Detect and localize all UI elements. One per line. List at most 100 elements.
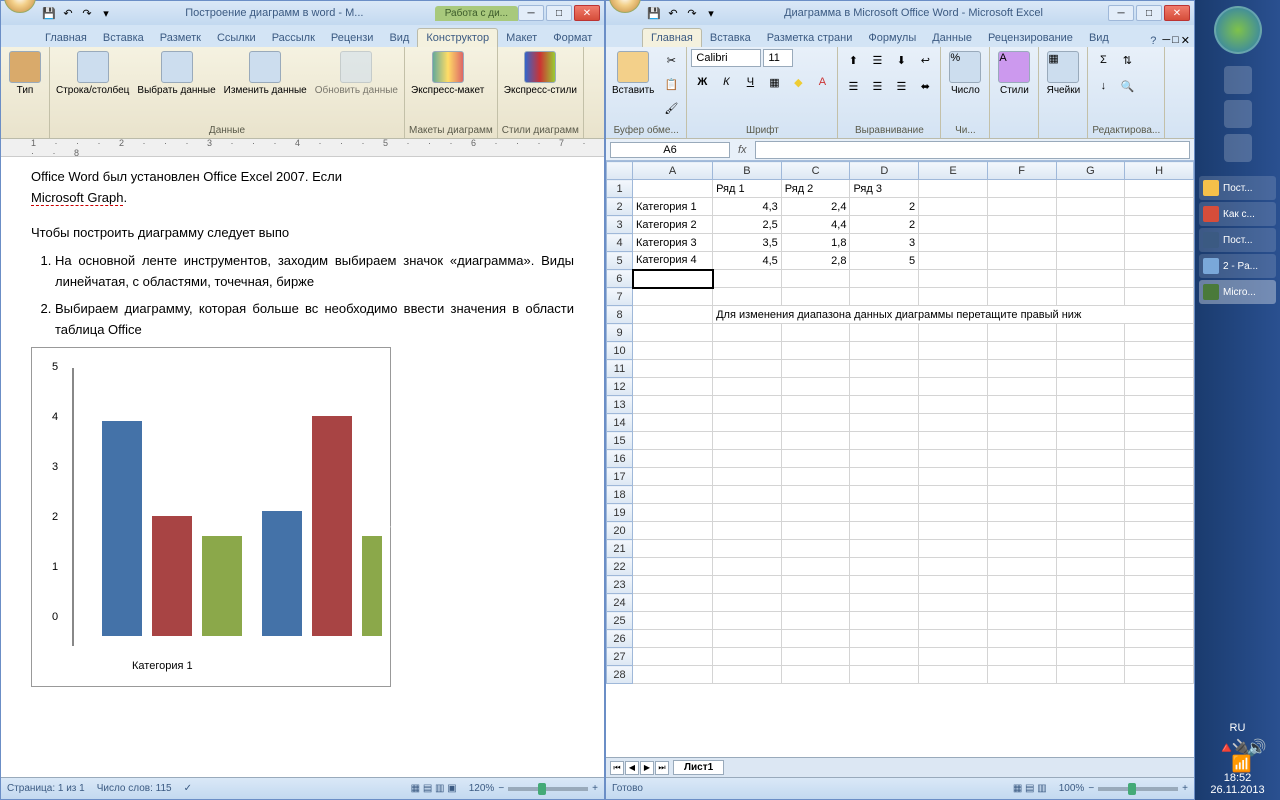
cell[interactable] — [919, 666, 988, 684]
merge-button[interactable]: ⬌ — [914, 75, 936, 97]
cell[interactable] — [919, 342, 988, 360]
cell[interactable] — [1125, 288, 1194, 306]
taskbar-item[interactable]: Пост... — [1199, 176, 1276, 200]
cell[interactable]: Категория 3 — [633, 234, 713, 252]
cell[interactable] — [1056, 288, 1125, 306]
cell[interactable] — [1125, 234, 1194, 252]
cell[interactable] — [781, 612, 850, 630]
close-button[interactable]: ✕ — [574, 5, 600, 21]
cell[interactable] — [781, 450, 850, 468]
start-button[interactable] — [1214, 6, 1262, 54]
cell[interactable]: 2 — [850, 198, 919, 216]
cell[interactable] — [781, 288, 850, 306]
cell[interactable] — [1125, 432, 1194, 450]
tab-view[interactable]: Вид — [1081, 29, 1117, 47]
row-header[interactable]: 8 — [607, 306, 633, 324]
cell[interactable] — [987, 396, 1056, 414]
cell[interactable] — [850, 270, 919, 288]
cell[interactable] — [1125, 216, 1194, 234]
cell[interactable] — [850, 288, 919, 306]
row-header[interactable]: 23 — [607, 576, 633, 594]
row-header[interactable]: 26 — [607, 630, 633, 648]
cell[interactable] — [633, 468, 713, 486]
cell[interactable] — [781, 522, 850, 540]
doc-minimize-button[interactable]: ─ — [1162, 34, 1170, 47]
minimize-button[interactable]: ─ — [518, 5, 544, 21]
cell[interactable] — [1125, 378, 1194, 396]
format-painter-icon[interactable]: 🖌 — [660, 97, 682, 119]
cell[interactable] — [850, 630, 919, 648]
cell[interactable] — [1125, 648, 1194, 666]
cell[interactable] — [987, 360, 1056, 378]
select-data-button[interactable]: Выбрать данные — [135, 49, 217, 98]
cell[interactable] — [850, 576, 919, 594]
cell[interactable] — [850, 468, 919, 486]
spreadsheet-grid[interactable]: A B C D E F G H 1Ряд 1Ряд 2Ряд 32Категор… — [606, 161, 1194, 757]
spellcheck-icon[interactable]: ✓ — [184, 783, 192, 794]
cell[interactable] — [919, 378, 988, 396]
align-right-button[interactable]: ☰ — [890, 75, 912, 97]
cell[interactable] — [1056, 504, 1125, 522]
cell[interactable] — [987, 234, 1056, 252]
cell[interactable] — [713, 648, 782, 666]
row-header[interactable]: 17 — [607, 468, 633, 486]
cell[interactable] — [781, 666, 850, 684]
cell[interactable] — [713, 558, 782, 576]
tab-home[interactable]: Главная — [37, 29, 95, 47]
row-header[interactable]: 24 — [607, 594, 633, 612]
cell[interactable] — [987, 504, 1056, 522]
tab-layout[interactable]: Разметк — [152, 29, 209, 47]
cell[interactable] — [1056, 630, 1125, 648]
taskbar-item[interactable]: Пост... — [1199, 228, 1276, 252]
cell[interactable] — [713, 396, 782, 414]
cell[interactable] — [919, 468, 988, 486]
cell[interactable] — [987, 450, 1056, 468]
cell[interactable] — [1125, 360, 1194, 378]
tray-icon[interactable]: 🔺 — [1217, 738, 1229, 750]
cell[interactable] — [781, 414, 850, 432]
cell[interactable] — [919, 576, 988, 594]
cell[interactable] — [850, 594, 919, 612]
styles-button[interactable]: AСтили — [994, 49, 1034, 98]
cell[interactable] — [713, 594, 782, 612]
cell[interactable] — [919, 432, 988, 450]
qat-more-icon[interactable]: ▾ — [703, 5, 719, 21]
cell[interactable]: 2,4 — [781, 198, 850, 216]
cell[interactable] — [987, 288, 1056, 306]
cell[interactable] — [987, 486, 1056, 504]
zoom-in-button[interactable]: + — [592, 783, 598, 794]
cell[interactable] — [633, 324, 713, 342]
zoom-level[interactable]: 100% — [1059, 783, 1085, 794]
cell[interactable] — [850, 360, 919, 378]
cell[interactable] — [633, 594, 713, 612]
cell[interactable] — [919, 450, 988, 468]
tab-insert[interactable]: Вставка — [702, 29, 759, 47]
cell[interactable] — [987, 468, 1056, 486]
align-left-button[interactable]: ☰ — [842, 75, 864, 97]
row-header[interactable]: 22 — [607, 558, 633, 576]
zoom-out-button[interactable]: − — [1088, 783, 1094, 794]
cell[interactable]: 2,8 — [781, 252, 850, 270]
cut-icon[interactable]: ✂ — [660, 49, 682, 71]
cell[interactable] — [987, 414, 1056, 432]
cell[interactable] — [1056, 486, 1125, 504]
cell[interactable] — [713, 342, 782, 360]
row-header[interactable]: 5 — [607, 252, 633, 270]
cell[interactable] — [919, 486, 988, 504]
cell[interactable] — [1125, 396, 1194, 414]
view-buttons[interactable]: ▦ ▤ ▥ ▣ — [411, 783, 457, 794]
tab-formulas[interactable]: Формулы — [860, 29, 924, 47]
volume-icon[interactable]: 🔊 — [1247, 738, 1259, 750]
cell[interactable]: 4,4 — [781, 216, 850, 234]
cell[interactable] — [633, 432, 713, 450]
row-header[interactable]: 18 — [607, 486, 633, 504]
cell[interactable] — [1125, 198, 1194, 216]
cell[interactable] — [850, 540, 919, 558]
row-header[interactable]: 2 — [607, 198, 633, 216]
row-header[interactable]: 19 — [607, 504, 633, 522]
cell[interactable] — [1056, 414, 1125, 432]
cell[interactable] — [633, 540, 713, 558]
cell[interactable] — [713, 288, 782, 306]
cell[interactable]: Ряд 3 — [850, 180, 919, 198]
cells-button[interactable]: ▦Ячейки — [1043, 49, 1083, 98]
